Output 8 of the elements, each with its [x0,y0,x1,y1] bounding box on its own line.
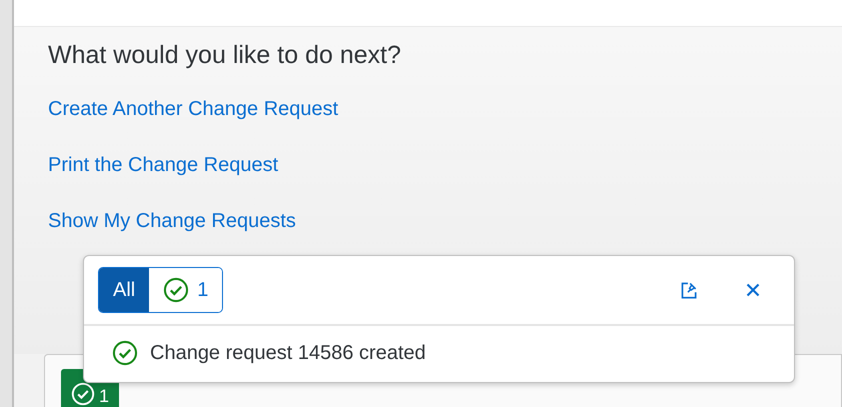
action-link[interactable]: Create Another Change Request [48,98,338,121]
page-heading: What would you like to do next? [48,41,401,70]
message-text: Change request 14586 created [150,342,426,364]
action-link[interactable]: Show My Change Requests [48,210,296,233]
filter-tab[interactable]: All [99,268,150,312]
check-circle-icon [163,277,190,303]
action-link[interactable]: Print the Change Request [48,154,278,177]
check-circle-icon [112,340,138,366]
